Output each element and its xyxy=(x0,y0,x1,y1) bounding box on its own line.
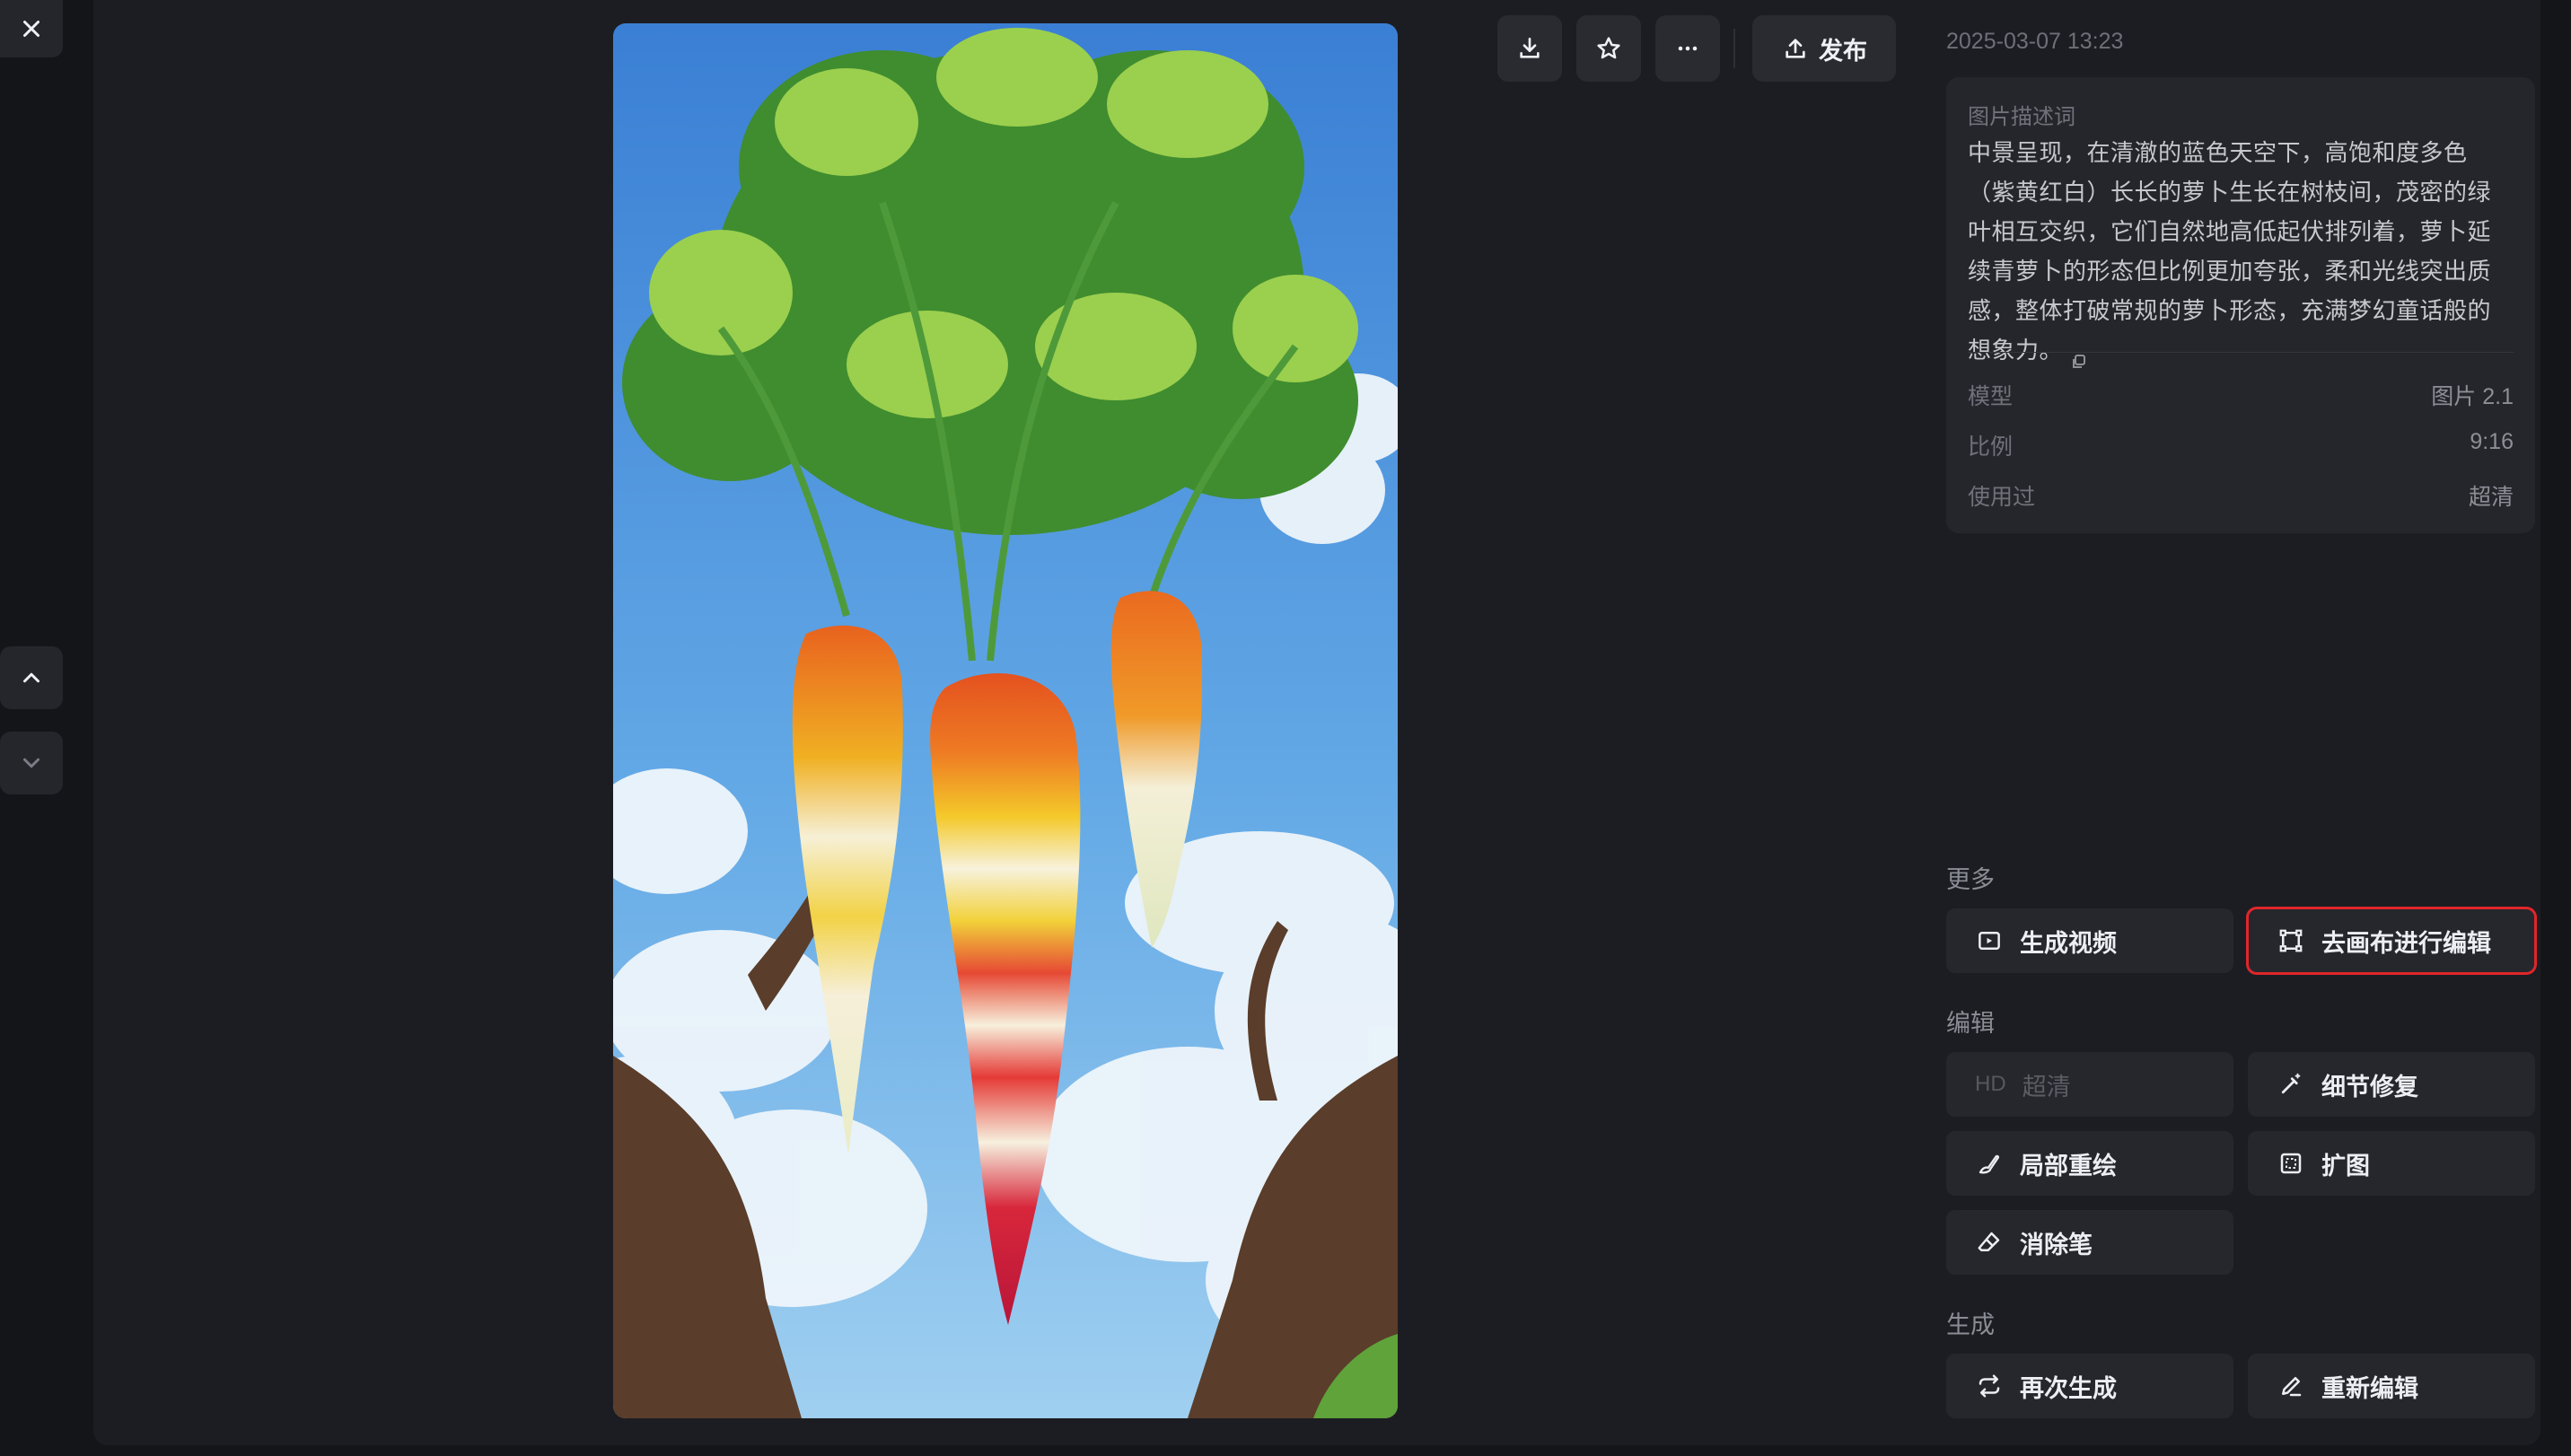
eraser-label: 消除笔 xyxy=(2020,1231,2093,1259)
generate-video-button[interactable]: 生成视频 xyxy=(1946,908,2233,973)
star-icon xyxy=(1597,37,1620,59)
prompt-label: 图片描述词 xyxy=(1968,105,2075,129)
local-redraw-button[interactable]: 局部重绘 xyxy=(1946,1131,2233,1196)
regenerate-label: 再次生成 xyxy=(2020,1374,2117,1402)
section-title-generate: 生成 xyxy=(1946,1311,1995,1338)
meta-row-used: 使用过 超清 xyxy=(1968,479,2514,510)
meta-value: 超清 xyxy=(2468,485,2514,510)
magic-wand-icon xyxy=(2277,1070,2305,1099)
hd-upscale-button: HD 超清 xyxy=(1946,1052,2233,1117)
meta-key: 比例 xyxy=(1968,434,2014,460)
toolbar-divider xyxy=(1733,29,1735,68)
brush-icon xyxy=(1975,1149,2004,1178)
publish-button[interactable]: 发布 xyxy=(1752,15,1896,82)
previous-image-button[interactable] xyxy=(0,646,63,709)
chevron-down-icon xyxy=(23,758,39,768)
download-button[interactable] xyxy=(1497,15,1562,82)
close-icon xyxy=(23,21,39,37)
canvas-edit-button[interactable]: 去画布进行编辑 xyxy=(2246,907,2537,975)
repeat-icon xyxy=(1975,1372,2004,1400)
publish-label: 发布 xyxy=(1819,37,1867,65)
eraser-icon xyxy=(1975,1228,2004,1257)
prompt-text-content: 中景呈现，在清澈的蓝色天空下，高饱和度多色（紫黄红白）长长的萝卜生长在树枝间，茂… xyxy=(1968,139,2492,364)
canvas-icon xyxy=(2277,926,2305,955)
eraser-button[interactable]: 消除笔 xyxy=(1946,1210,2233,1275)
close-button[interactable] xyxy=(0,0,63,57)
section-title-more: 更多 xyxy=(1946,866,1995,893)
meta-row-model: 模型 图片 2.1 xyxy=(1968,379,2514,409)
details-card: 图片描述词 中景呈现，在清澈的蓝色天空下，高饱和度多色（紫黄红白）长长的萝卜生长… xyxy=(1946,77,2535,533)
download-icon xyxy=(1520,38,1540,58)
re-edit-button[interactable]: 重新编辑 xyxy=(2248,1354,2535,1418)
generated-image xyxy=(613,23,1398,1418)
more-options-button[interactable] xyxy=(1655,15,1720,82)
regenerate-button[interactable]: 再次生成 xyxy=(1946,1354,2233,1418)
meta-row-ratio: 比例 9:16 xyxy=(1968,429,2514,460)
prompt-text: 中景呈现，在清澈的蓝色天空下，高饱和度多色（紫黄红白）长长的萝卜生长在树枝间，茂… xyxy=(1968,133,2514,370)
expand-label: 扩图 xyxy=(2321,1152,2370,1180)
hd-label: 超清 xyxy=(2022,1073,2071,1101)
section-title-edit: 编辑 xyxy=(1946,1010,1995,1037)
meta-value: 图片 2.1 xyxy=(2431,384,2514,409)
meta-key: 使用过 xyxy=(1968,485,2036,510)
card-divider xyxy=(1968,352,2514,353)
carrot-illustration xyxy=(613,23,1398,1418)
expand-icon xyxy=(2277,1149,2305,1178)
canvas-edit-label: 去画布进行编辑 xyxy=(2321,929,2491,957)
created-timestamp: 2025-03-07 13:23 xyxy=(1946,29,2124,54)
meta-key: 模型 xyxy=(1968,384,2014,409)
more-icon xyxy=(1678,46,1698,51)
upload-icon xyxy=(1786,39,1805,58)
hd-badge: HD xyxy=(1975,1072,2006,1096)
pen-icon xyxy=(2277,1372,2305,1400)
detail-fix-button[interactable]: 细节修复 xyxy=(2248,1052,2535,1117)
local-redraw-label: 局部重绘 xyxy=(2020,1152,2117,1180)
generate-video-label: 生成视频 xyxy=(2020,929,2117,957)
next-image-button[interactable] xyxy=(0,732,63,794)
expand-image-button[interactable]: 扩图 xyxy=(2248,1131,2535,1196)
meta-value: 9:16 xyxy=(2470,429,2514,454)
re-edit-label: 重新编辑 xyxy=(2321,1374,2418,1402)
chevron-up-icon xyxy=(23,672,39,683)
favorite-button[interactable] xyxy=(1576,15,1641,82)
video-icon xyxy=(1975,926,2004,955)
detail-fix-label: 细节修复 xyxy=(2321,1073,2418,1101)
